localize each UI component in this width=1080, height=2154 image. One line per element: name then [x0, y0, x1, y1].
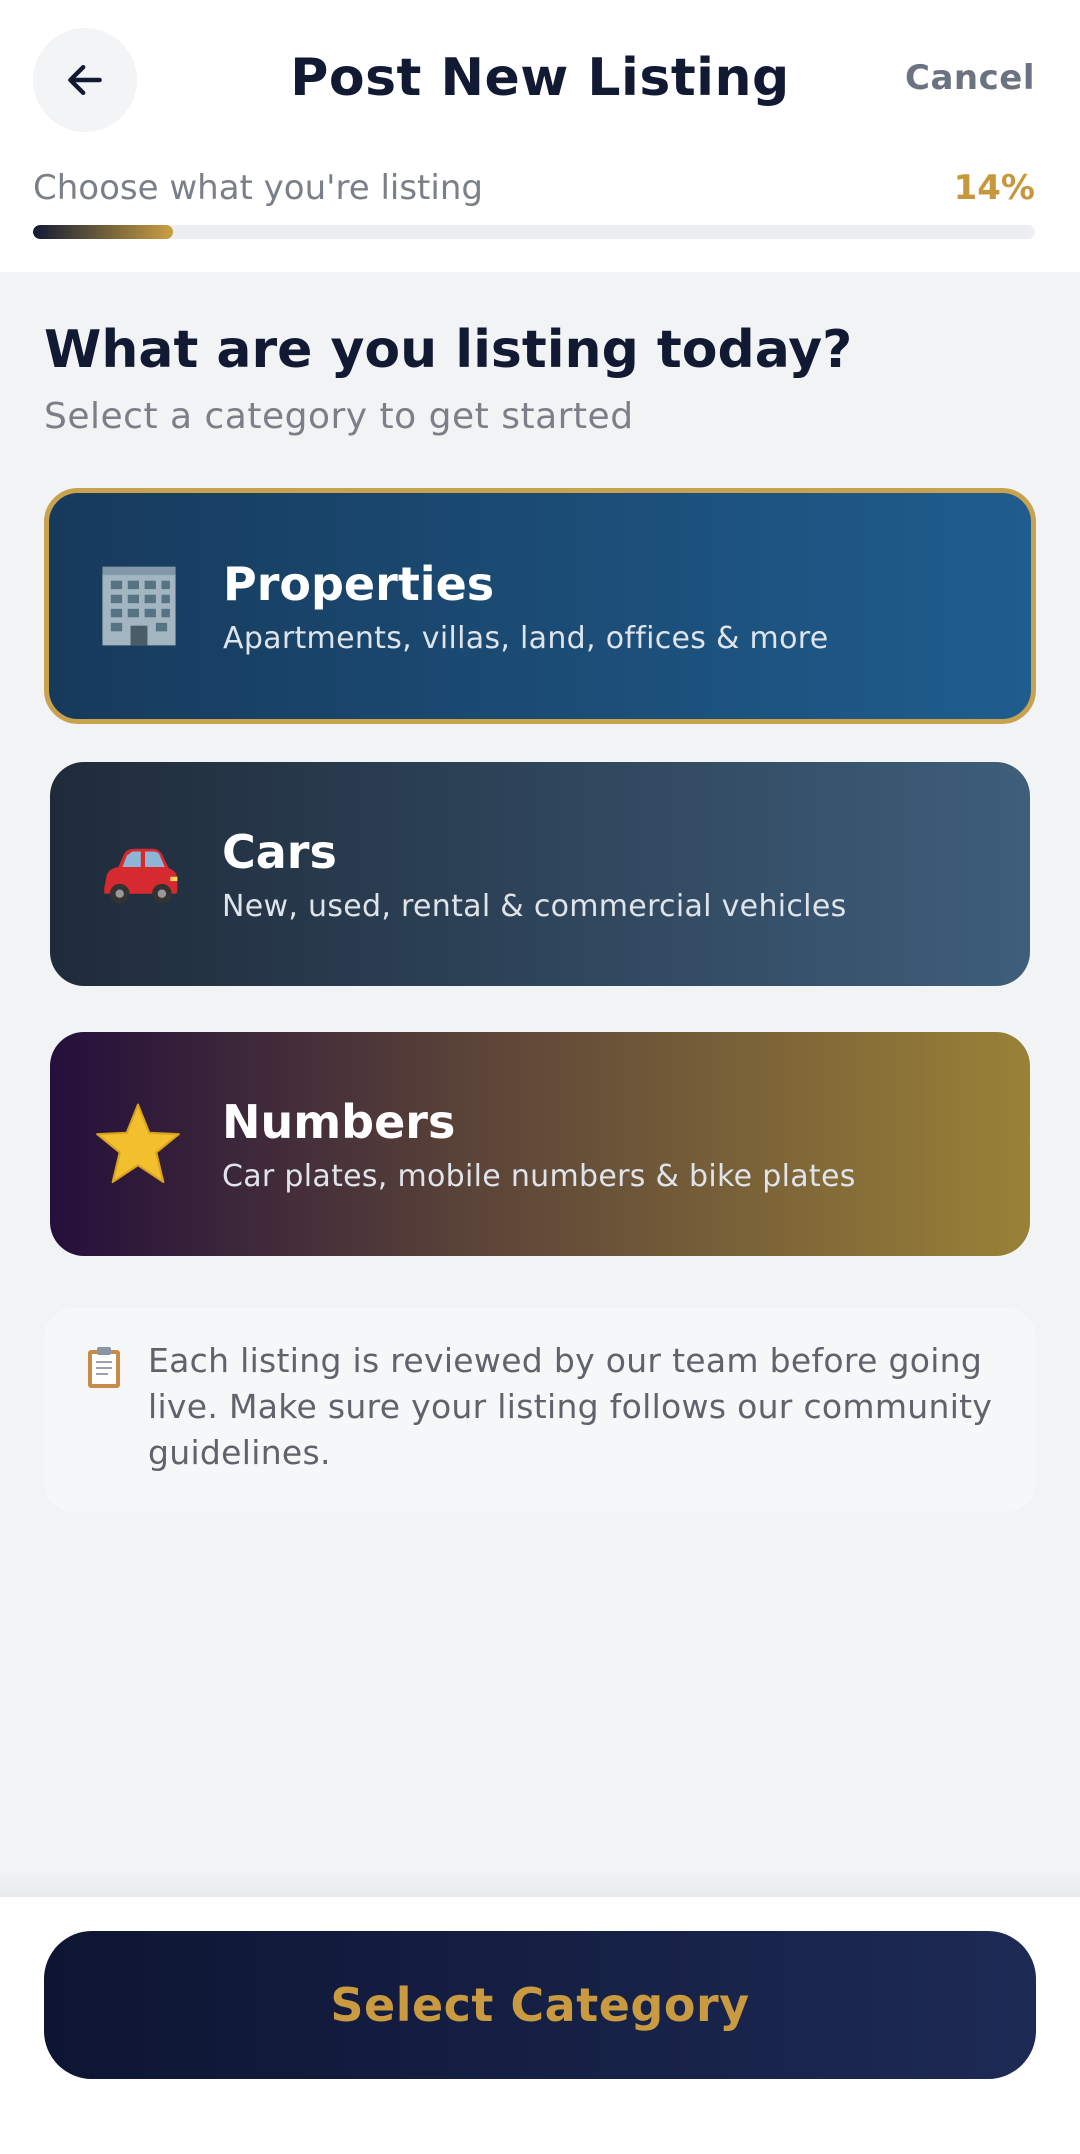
progress-percent: 14% — [953, 168, 1035, 208]
footer-shadow — [0, 1870, 1080, 1898]
clipboard-icon — [88, 1347, 120, 1388]
category-title: Numbers — [222, 1094, 456, 1149]
select-category-button[interactable]: Select Category — [44, 1931, 1036, 2079]
category-subtitle: New, used, rental & commercial vehicles — [222, 888, 847, 924]
step-label: Choose what you're listing — [33, 168, 483, 208]
section-heading: What are you listing today? — [44, 320, 853, 380]
category-card-numbers[interactable]: Numbers Car plates, mobile numbers & bik… — [50, 1032, 1030, 1256]
category-subtitle: Apartments, villas, land, offices & more — [223, 620, 829, 656]
review-notice: Each listing is reviewed by our team bef… — [44, 1308, 1036, 1512]
car-icon — [90, 826, 186, 922]
notice-text: Each listing is reviewed by our team bef… — [148, 1341, 993, 1472]
progress-bar — [33, 225, 1035, 239]
category-subtitle: Car plates, mobile numbers & bike plates — [222, 1158, 856, 1194]
top-bar: Post New Listing Cancel Choose what you'… — [0, 0, 1080, 272]
category-title: Properties — [223, 556, 495, 611]
category-title: Cars — [222, 824, 337, 879]
office-building-icon — [91, 558, 187, 654]
star-icon — [90, 1096, 186, 1192]
category-card-cars[interactable]: Cars New, used, rental & commercial vehi… — [50, 762, 1030, 986]
cancel-button[interactable]: Cancel — [905, 58, 1035, 98]
category-card-properties[interactable]: Properties Apartments, villas, land, off… — [44, 488, 1036, 724]
progress-fill — [33, 225, 174, 239]
section-subheading: Select a category to get started — [44, 396, 634, 437]
